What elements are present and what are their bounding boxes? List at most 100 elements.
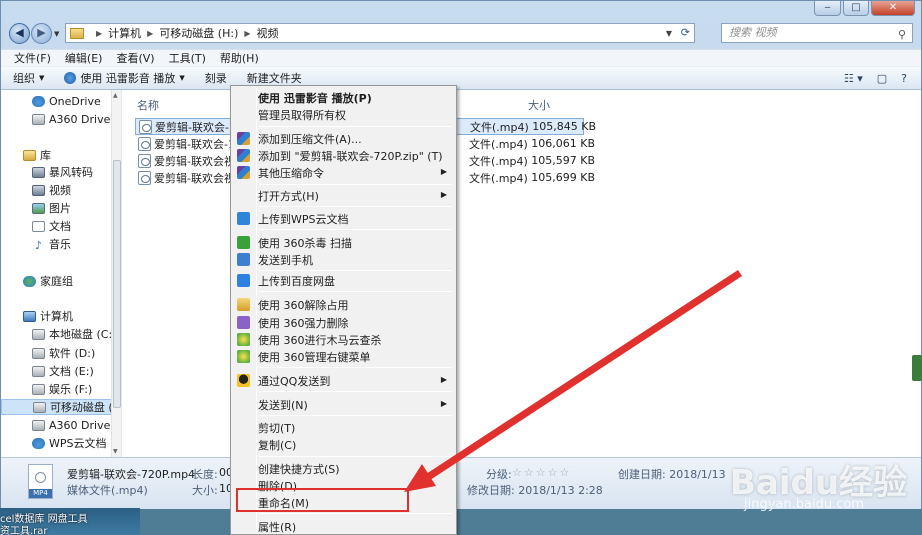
wps-cloud-icon	[32, 437, 45, 449]
star-icon[interactable]: ☆	[548, 466, 558, 479]
file-type: 文件(.mp4)	[469, 171, 528, 185]
scroll-down-icon[interactable]: ▼	[113, 448, 118, 455]
search-placeholder: 搜索 视频	[729, 26, 777, 39]
breadcrumb-chevron-icon[interactable]: ▶	[147, 29, 153, 38]
search-icon[interactable]: ⚲	[898, 26, 906, 44]
menu-item-copy[interactable]: 复制(C)	[234, 436, 453, 453]
search-input[interactable]: 搜索 视频 ⚲	[721, 23, 913, 43]
usb-drive-icon	[33, 401, 46, 413]
rating-stars[interactable]: ☆ ☆ ☆ ☆ ☆	[512, 466, 569, 479]
menu-separator	[259, 206, 452, 207]
menu-help[interactable]: 帮助(H)	[213, 50, 266, 66]
menu-item-360-force-delete[interactable]: 使用 360强力删除	[234, 314, 453, 331]
nav-item-drive-f[interactable]: 娱乐 (F:)	[1, 381, 121, 397]
menu-item-other-compress[interactable]: 其他压缩命令 ▶	[234, 164, 453, 181]
menu-item-open-with[interactable]: 打开方式(H) ▶	[234, 187, 453, 204]
organize-button[interactable]: 组织 ▼	[13, 70, 44, 86]
menu-label: 使用 360管理右键菜单	[258, 350, 371, 364]
file-type: 文件(.mp4)	[469, 154, 528, 168]
wps-cloud-icon	[237, 212, 250, 225]
folder-icon	[70, 27, 84, 39]
star-icon[interactable]: ☆	[512, 466, 522, 479]
nav-item-libraries[interactable]: 库	[1, 147, 121, 163]
breadcrumb-computer[interactable]: 计算机	[108, 25, 141, 41]
breadcrumb-folder[interactable]: 视频	[257, 25, 279, 41]
rename-highlight-box	[236, 488, 409, 512]
menu-item-take-ownership[interactable]: 管理员取得所有权	[234, 106, 453, 123]
nav-item-a360[interactable]: A360 Drive	[1, 111, 121, 127]
recent-pages-chevron-icon[interactable]: ▼	[54, 30, 59, 38]
nav-item-a360-2[interactable]: A360 Drive	[1, 417, 121, 433]
new-folder-button[interactable]: 新建文件夹	[247, 70, 302, 86]
menu-item-play[interactable]: 使用 迅雷影音 播放(P)	[234, 89, 453, 106]
nav-item-onedrive[interactable]: OneDrive	[1, 93, 121, 109]
menu-item-upload-wps[interactable]: 上传到WPS云文档	[234, 210, 453, 227]
column-header-name[interactable]: 名称	[137, 97, 159, 113]
menu-file[interactable]: 文件(F)	[7, 50, 58, 66]
nav-item-homegroup[interactable]: 家庭组	[1, 273, 121, 289]
menu-edit[interactable]: 编辑(E)	[58, 50, 110, 66]
menu-tools[interactable]: 工具(T)	[162, 50, 213, 66]
drive-icon	[32, 113, 45, 125]
menu-separator	[259, 367, 452, 368]
nav-item-pictures[interactable]: 图片	[1, 200, 121, 216]
menu-view[interactable]: 查看(V)	[109, 50, 161, 66]
star-icon[interactable]: ☆	[560, 466, 570, 479]
breadcrumb-drive[interactable]: 可移动磁盘 (H:)	[159, 25, 238, 41]
menu-item-send-phone[interactable]: 发送到手机	[234, 251, 453, 268]
disk-icon	[32, 347, 45, 359]
menu-item-360-manage[interactable]: 使用 360管理右键菜单	[234, 348, 453, 365]
menu-item-360-unlock[interactable]: 使用 360解除占用	[234, 296, 453, 313]
preview-pane-icon[interactable]: ▢	[877, 72, 887, 85]
menu-item-send-to[interactable]: 发送到(N) ▶	[234, 396, 453, 413]
nav-item-drive-c[interactable]: 本地磁盘 (C:)	[1, 326, 121, 342]
breadcrumb-chevron-icon[interactable]: ▶	[244, 29, 250, 38]
nav-item-computer[interactable]: 计算机	[1, 308, 121, 324]
menu-item-cut[interactable]: 剪切(T)	[234, 419, 453, 436]
address-bar[interactable]: ▶ 计算机 ▶ 可移动磁盘 (H:) ▶ 视频 ▼ ⟳	[65, 23, 695, 43]
menu-item-360-scan[interactable]: 使用 360杀毒 扫描	[234, 234, 453, 251]
maximize-button[interactable]: □	[843, 1, 869, 16]
play-with-button[interactable]: 使用 迅雷影音 播放 ▼	[64, 70, 185, 86]
menu-item-add-archive[interactable]: 添加到压缩文件(A)...	[234, 130, 453, 147]
minimize-button[interactable]: ‒	[814, 1, 841, 16]
back-button[interactable]: ◀	[9, 23, 30, 44]
menu-label: 使用 360解除占用	[258, 298, 349, 312]
nav-item-wps[interactable]: WPS云文档	[1, 435, 121, 451]
nav-label: 图片	[49, 202, 71, 215]
navigation-pane: OneDrive A360 Drive 库 暴风转码 视频 图片 文档 ♪ 音乐 …	[1, 90, 122, 457]
nav-item-drive-d[interactable]: 软件 (D:)	[1, 345, 121, 361]
close-button[interactable]: ✕	[871, 1, 915, 16]
nav-item-drive-e[interactable]: 文档 (E:)	[1, 363, 121, 379]
desktop-icon-label[interactable]: 资工具.rar	[0, 522, 48, 535]
address-dropdown-icon[interactable]: ▼	[666, 29, 672, 38]
submenu-arrow-icon: ▶	[440, 375, 447, 384]
refresh-icon[interactable]: ⟳	[681, 26, 690, 39]
nav-label: 软件 (D:)	[49, 347, 96, 360]
star-icon[interactable]: ☆	[524, 466, 534, 479]
menu-label: 上传到百度网盘	[258, 274, 335, 288]
scroll-thumb[interactable]	[113, 160, 121, 408]
menu-item-add-zip[interactable]: 添加到 "爱剪辑-联欢会-720P.zip" (T)	[234, 147, 453, 164]
column-header-size[interactable]: 大小	[528, 97, 550, 113]
burn-button[interactable]: 刻录	[205, 70, 227, 86]
menu-item-properties[interactable]: 属性(R)	[234, 518, 453, 535]
forward-button[interactable]: ▶	[31, 23, 52, 44]
menu-item-360-trojan[interactable]: 使用 360进行木马云查杀	[234, 331, 453, 348]
view-options-icon[interactable]: ☷ ▾	[844, 72, 863, 85]
nav-item-baofeng[interactable]: 暴风转码	[1, 164, 121, 180]
nav-item-music[interactable]: ♪ 音乐	[1, 236, 121, 252]
menu-item-qq-send[interactable]: 通过QQ发送到 ▶	[234, 372, 453, 389]
nav-item-documents[interactable]: 文档	[1, 218, 121, 234]
nav-item-videos[interactable]: 视频	[1, 182, 121, 198]
nav-scrollbar[interactable]: ▲ ▼	[111, 90, 121, 457]
menu-item-baidu-upload[interactable]: 上传到百度网盘	[234, 272, 453, 289]
nav-label: 视频	[49, 184, 71, 197]
command-bar: 组织 ▼ 使用 迅雷影音 播放 ▼ 刻录 新建文件夹 ☷ ▾ ▢ ?	[1, 66, 921, 90]
nav-item-removable-h[interactable]: 可移动磁盘 (H	[1, 399, 121, 415]
star-icon[interactable]: ☆	[536, 466, 546, 479]
breadcrumb-chevron-icon[interactable]: ▶	[96, 29, 102, 38]
menu-item-create-shortcut[interactable]: 创建快捷方式(S)	[234, 460, 453, 477]
scroll-up-icon[interactable]: ▲	[113, 92, 118, 99]
help-icon[interactable]: ?	[901, 72, 907, 85]
